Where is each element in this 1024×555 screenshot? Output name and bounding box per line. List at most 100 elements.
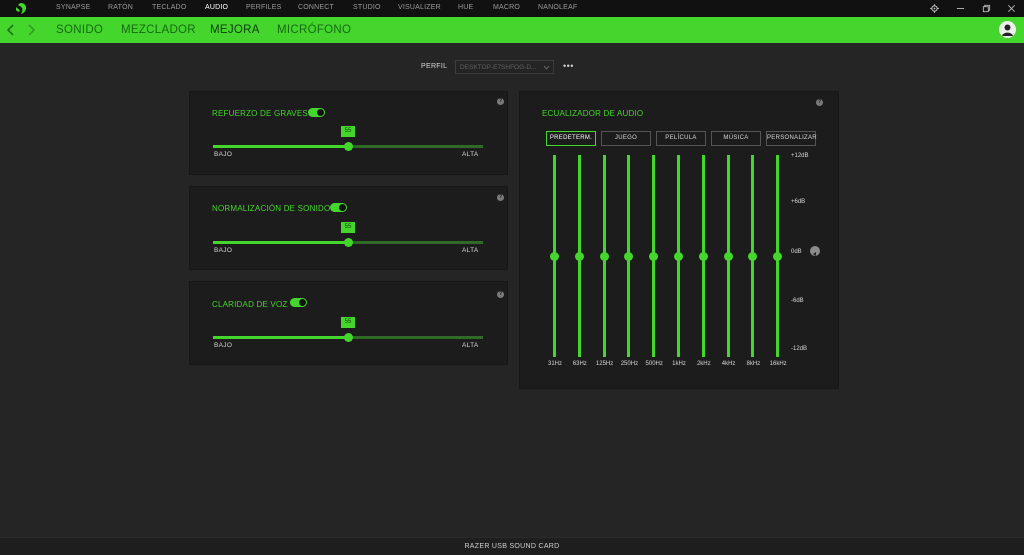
tab-mejora[interactable]: MEJORA bbox=[210, 24, 260, 36]
user-avatar-icon[interactable] bbox=[999, 21, 1016, 38]
profile-dropdown-value: DESKTOP-E7SHFOG-D... bbox=[460, 64, 537, 71]
voice-clarity-title: CLARIDAD DE VOZ bbox=[212, 300, 288, 309]
slider-min-label: BAJO bbox=[214, 342, 233, 349]
slider-thumb[interactable] bbox=[344, 238, 353, 247]
db-label: -6dB bbox=[791, 298, 804, 304]
topnav-item-nanoleaf[interactable]: NANOLEAF bbox=[538, 4, 577, 11]
more-options-icon[interactable]: ••• bbox=[563, 62, 574, 71]
topnav-item-macro[interactable]: MACRO bbox=[493, 4, 520, 11]
db-label: +6dB bbox=[791, 199, 806, 205]
eq-band-knob[interactable] bbox=[748, 252, 758, 261]
eq-band-slider[interactable] bbox=[550, 155, 560, 357]
voice-clarity-panel: ? CLARIDAD DE VOZ 55 BAJO ALTA bbox=[189, 281, 508, 365]
reset-arrow-icon[interactable] bbox=[810, 246, 820, 256]
bass-boost-slider[interactable]: 55 bbox=[213, 126, 483, 151]
voice-clarity-toggle[interactable] bbox=[290, 298, 307, 307]
eq-band-knob[interactable] bbox=[649, 252, 659, 261]
help-icon[interactable]: ? bbox=[497, 194, 504, 201]
slider-min-label: BAJO bbox=[214, 151, 233, 158]
topnav-item-perfiles[interactable]: PERFILES bbox=[246, 4, 281, 11]
topnav-item-hue[interactable]: HUE bbox=[458, 4, 473, 11]
topnav-item-audio[interactable]: AUDIO bbox=[205, 4, 228, 11]
eq-band-knob[interactable] bbox=[574, 252, 584, 261]
bass-boost-title: REFUERZO DE GRAVES bbox=[212, 109, 308, 118]
slider-fill bbox=[213, 241, 348, 244]
device-footer: RAZER USB SOUND CARD bbox=[0, 537, 1024, 555]
eq-band-slider[interactable] bbox=[748, 155, 758, 357]
slider-value-badge: 55 bbox=[341, 317, 355, 328]
slider-thumb[interactable] bbox=[344, 333, 353, 342]
topnav-item-connect[interactable]: CONNECT bbox=[298, 4, 334, 11]
topnav-item-visualizer[interactable]: VISUALIZER bbox=[398, 4, 441, 11]
eq-band-slider[interactable] bbox=[773, 155, 783, 357]
preset-music-button[interactable]: MÚSICA bbox=[711, 131, 761, 146]
eq-band-slider[interactable] bbox=[649, 155, 659, 357]
eq-band-slider[interactable] bbox=[698, 155, 709, 357]
slider-value-badge: 55 bbox=[341, 126, 355, 137]
topnav-item-teclado[interactable]: TECLADO bbox=[152, 4, 186, 11]
settings-gear-icon[interactable] bbox=[927, 2, 941, 15]
profile-dropdown[interactable]: DESKTOP-E7SHFOG-D... bbox=[455, 60, 554, 74]
bass-boost-toggle[interactable] bbox=[308, 108, 325, 117]
eq-frequency-label: 16kHz bbox=[769, 361, 787, 367]
voice-clarity-slider[interactable]: 55 bbox=[213, 317, 483, 342]
slider-fill bbox=[213, 336, 348, 339]
back-arrow-icon[interactable] bbox=[5, 22, 17, 38]
toggle-knob bbox=[339, 204, 346, 211]
eq-band-knob[interactable] bbox=[599, 252, 609, 261]
help-icon[interactable]: ? bbox=[816, 99, 823, 106]
db-label: +12dB bbox=[791, 153, 809, 159]
db-label: 0dB bbox=[791, 249, 802, 255]
preset-default-button[interactable]: PREDETERM. bbox=[546, 131, 596, 146]
preset-movie-button[interactable]: PELÍCULA bbox=[656, 131, 706, 146]
sub-nav: SONIDO MEZCLADOR MEJORA MICRÓFONO bbox=[0, 17, 1024, 43]
sound-normalization-slider[interactable]: 55 bbox=[213, 222, 483, 247]
eq-band-knob[interactable] bbox=[723, 252, 733, 261]
toggle-knob bbox=[317, 109, 324, 116]
device-name: RAZER USB SOUND CARD bbox=[464, 543, 560, 550]
preset-custom-button[interactable]: PERSONALIZAR bbox=[766, 131, 817, 146]
db-label: -12dB bbox=[791, 346, 808, 352]
topnav-item-studio[interactable]: STUDIO bbox=[353, 4, 381, 11]
eq-band-slider[interactable] bbox=[624, 155, 634, 357]
toggle-knob bbox=[299, 299, 306, 306]
profile-label: PERFIL bbox=[421, 63, 448, 70]
tab-microfono[interactable]: MICRÓFONO bbox=[277, 24, 351, 36]
eq-band-knob[interactable] bbox=[698, 252, 708, 261]
eq-band-knob[interactable] bbox=[773, 252, 783, 261]
tab-mezclador[interactable]: MEZCLADOR bbox=[121, 24, 196, 36]
slider-max-label: ALTA bbox=[462, 151, 479, 158]
equalizer-title: ECUALIZADOR DE AUDIO bbox=[542, 109, 644, 118]
minimize-icon[interactable] bbox=[953, 2, 967, 15]
eq-band-knob[interactable] bbox=[624, 252, 634, 261]
eq-band-slider[interactable] bbox=[574, 155, 585, 357]
bass-boost-panel: ? REFUERZO DE GRAVES 55 BAJO ALTA bbox=[189, 91, 508, 175]
razer-logo-icon[interactable] bbox=[14, 2, 28, 15]
sound-normalization-panel: ? NORMALIZACIÓN DE SONIDO 55 BAJO ALTA bbox=[189, 186, 508, 270]
eq-band-slider[interactable] bbox=[674, 155, 684, 357]
slider-max-label: ALTA bbox=[462, 247, 479, 254]
eq-band-slider[interactable] bbox=[723, 155, 734, 357]
topnav-item-synapse[interactable]: SYNAPSE bbox=[56, 4, 90, 11]
slider-max-label: ALTA bbox=[462, 342, 479, 349]
close-icon[interactable] bbox=[1004, 2, 1018, 15]
topnav-item-raton[interactable]: RATÓN bbox=[108, 4, 133, 11]
slider-fill bbox=[213, 145, 348, 148]
title-bar: SYNAPSE RATÓN TECLADO AUDIO PERFILES CON… bbox=[0, 0, 1024, 17]
eq-band-knob[interactable] bbox=[674, 252, 683, 261]
audio-equalizer-panel: ? ECUALIZADOR DE AUDIO PREDETERM. JUEGO … bbox=[519, 91, 839, 389]
slider-value-badge: 55 bbox=[341, 222, 355, 233]
sound-normalization-title: NORMALIZACIÓN DE SONIDO bbox=[212, 204, 331, 213]
slider-min-label: BAJO bbox=[214, 247, 233, 254]
eq-band-slider[interactable] bbox=[599, 155, 610, 357]
help-icon[interactable]: ? bbox=[497, 291, 504, 298]
eq-band-knob[interactable] bbox=[550, 252, 559, 261]
help-icon[interactable]: ? bbox=[497, 98, 504, 105]
tab-sonido[interactable]: SONIDO bbox=[56, 24, 103, 36]
slider-thumb[interactable] bbox=[344, 142, 353, 151]
preset-game-button[interactable]: JUEGO bbox=[601, 131, 651, 146]
chevron-down-icon bbox=[543, 65, 550, 70]
forward-arrow-icon[interactable] bbox=[25, 22, 37, 38]
sound-normalization-toggle[interactable] bbox=[330, 203, 347, 212]
restore-icon[interactable] bbox=[979, 2, 993, 15]
